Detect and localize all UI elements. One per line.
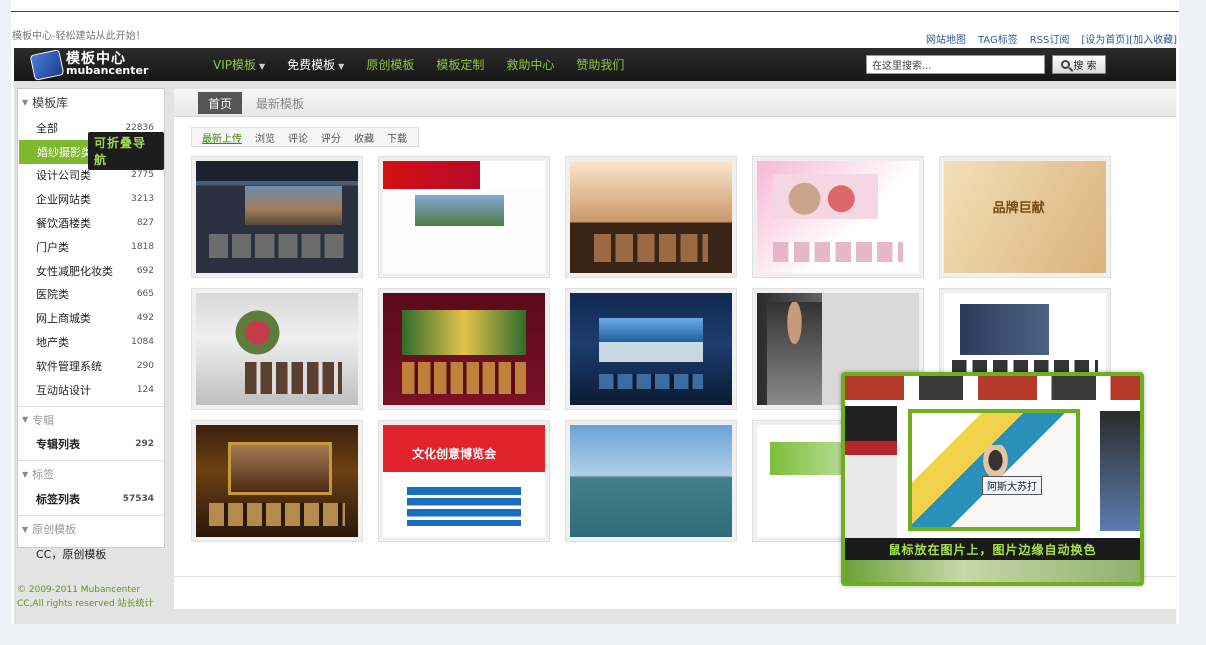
chevron-down-icon: ▼ (338, 62, 345, 71)
sidebar-item-cc-original[interactable]: CC，原创模板 (18, 542, 164, 566)
sort-latest[interactable]: 最新上传 (202, 130, 242, 145)
sidebar-item-hospital[interactable]: 医院类 665 (18, 283, 164, 307)
nav-vip-templates[interactable]: VIP模板 ▼ (202, 56, 276, 73)
template-thumbnail[interactable] (378, 420, 550, 542)
highlighted-template-thumbnail[interactable] (908, 409, 1080, 531)
tab-bar: 首页 最新模板 (174, 89, 1176, 117)
sidebar-item-tag-list[interactable]: 标签列表 57534 (18, 487, 164, 511)
template-culture-expo-image (383, 425, 545, 537)
template-thumbnail[interactable] (378, 156, 550, 278)
template-red-food-image (383, 293, 545, 405)
template-thumbnail[interactable] (752, 156, 924, 278)
sidebar-item-beauty[interactable]: 女性减肥化妆类 692 (18, 259, 164, 283)
content-area: ▼模板库 全部22836 婚纱摄影类10856 设计公司类2775 企业网站类3… (14, 81, 1176, 624)
nav-menu: VIP模板 ▼ 免费模板 ▼ 原创模板 模板定制 救助中心 赞助我们 (202, 48, 635, 81)
preview-background (1100, 411, 1140, 531)
nav-custom-templates[interactable]: 模板定制 (425, 56, 495, 73)
hover-caption: 鼠标放在图片上，图片边缘自动换色 (845, 538, 1140, 560)
top-rule (11, 11, 1179, 12)
template-thumbnail[interactable] (191, 288, 363, 410)
sidebar-item-realestate[interactable]: 地产类 1084 (18, 330, 164, 354)
set-homepage-link[interactable]: [设为首页] (1081, 31, 1129, 46)
sidebar-section-library[interactable]: ▼ 模板库 (18, 89, 164, 116)
preview-label: 阿斯大苏打 (982, 476, 1042, 495)
template-thumbnail[interactable] (191, 156, 363, 278)
preview-background (845, 560, 1140, 582)
sidebar-section-tags[interactable]: ▼ 标签 (18, 461, 164, 487)
hover-preview-popup: 阿斯大苏打 鼠标放在图片上，图片边缘自动换色 (841, 372, 1144, 586)
template-thumbnail[interactable] (565, 288, 737, 410)
sort-comments[interactable]: 评论 (288, 130, 308, 145)
sidebar-item-software[interactable]: 软件管理系统 290 (18, 354, 164, 378)
sidebar-item-shop[interactable]: 网上商城类 492 (18, 306, 164, 330)
top-links: 网站地图 TAG标签 RSS订阅 [设为首页] [加入收藏] (926, 31, 1177, 46)
tab-latest[interactable]: 最新模板 (246, 92, 314, 114)
template-teddy-bear-image (757, 161, 919, 273)
sidebar: ▼模板库 全部22836 婚纱摄影类10856 设计公司类2775 企业网站类3… (17, 88, 165, 561)
collapsible-nav-callout: 可折叠导航 (88, 132, 164, 170)
template-thumbnail[interactable] (565, 420, 737, 542)
site-tagline: 模板中心-轻松建站从此开始！ (12, 31, 146, 42)
add-favorite-link[interactable]: [加入收藏] (1129, 31, 1177, 46)
search-input[interactable] (866, 55, 1045, 74)
collapse-triangle-icon: ▼ (22, 524, 29, 534)
template-thumbnail[interactable] (191, 420, 363, 542)
sort-rating[interactable]: 评分 (321, 130, 341, 145)
nav-sponsor[interactable]: 赞助我们 (565, 56, 635, 73)
nav-original-templates[interactable]: 原创模板 (355, 56, 425, 73)
template-dark-portal-image (196, 161, 358, 273)
template-ink-flower-image (196, 293, 358, 405)
main-navbar: 模板中心 mubancenter VIP模板 ▼ 免费模板 ▼ 原创模板 模板定制 … (14, 48, 1176, 81)
sort-views[interactable]: 浏览 (255, 130, 275, 145)
search-icon (1061, 60, 1071, 69)
template-gold-brand-image (944, 161, 1106, 273)
sitemap-link[interactable]: 网站地图 (926, 31, 966, 46)
collapse-triangle-icon: ▼ (22, 415, 29, 425)
sidebar-item-interactive[interactable]: 互动站设计 124 (18, 378, 164, 402)
nav-free-templates[interactable]: 免费模板 ▼ (276, 56, 355, 73)
template-leather-brand-image (570, 161, 732, 273)
sidebar-section-album[interactable]: ▼ 专辑 (18, 407, 164, 433)
sidebar-item-restaurant[interactable]: 餐饮酒楼类 827 (18, 211, 164, 235)
rss-link[interactable]: RSS订阅 (1030, 31, 1070, 46)
sort-downloads[interactable]: 下载 (387, 130, 407, 145)
sidebar-section-original[interactable]: ▼ 原创模板 (18, 516, 164, 542)
logo-text: 模板中心 mubancenter (66, 51, 149, 77)
preview-background (845, 376, 1140, 400)
template-seascape-image (570, 425, 732, 537)
sort-bar: 最新上传 浏览 评论 评分 收藏 下载 (191, 127, 419, 147)
sidebar-item-portal[interactable]: 门户类 1818 (18, 235, 164, 259)
site-logo[interactable]: 模板中心 mubancenter (29, 49, 162, 81)
bracket-links: [设为首页] [加入收藏] (1081, 31, 1177, 46)
collapse-triangle-icon: ▼ (22, 469, 29, 479)
collapse-triangle-icon: ▼ (22, 98, 29, 107)
chevron-down-icon: ▼ (259, 62, 266, 71)
logo-icon (29, 49, 65, 81)
template-thumbnail[interactable] (939, 156, 1111, 278)
template-blue-resort-image (570, 293, 732, 405)
sidebar-item-album-list[interactable]: 专辑列表 292 (18, 433, 164, 457)
nav-help-center[interactable]: 救助中心 (495, 56, 565, 73)
preview-background (845, 406, 897, 546)
template-red-shop-image (383, 161, 545, 273)
search-button[interactable]: 搜 索 (1052, 55, 1106, 74)
sort-favorites[interactable]: 收藏 (354, 130, 374, 145)
tab-home[interactable]: 首页 (198, 92, 243, 114)
page-frame: 模板中心-轻松建站从此开始！ 网站地图 TAG标签 RSS订阅 [设为首页] [… (11, 0, 1179, 624)
template-thumbnail[interactable] (565, 156, 737, 278)
sidebar-item-enterprise[interactable]: 企业网站类 3213 (18, 187, 164, 211)
tag-link[interactable]: TAG标签 (978, 31, 1018, 46)
template-gold-wedding-image (196, 425, 358, 537)
copyright: © 2009-2011 Mubancenter CC,All rights re… (17, 585, 154, 609)
template-thumbnail[interactable] (378, 288, 550, 410)
